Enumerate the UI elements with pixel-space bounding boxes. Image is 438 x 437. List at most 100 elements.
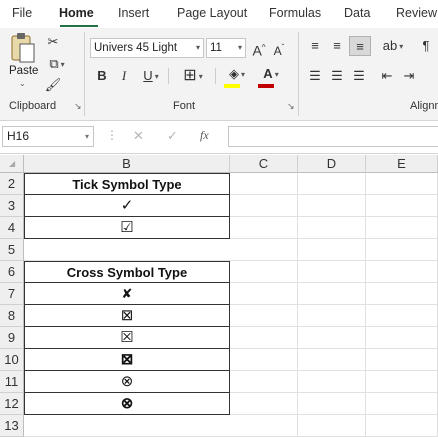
grid-cell[interactable]	[298, 305, 366, 327]
align-middle-icon[interactable]: ≡	[328, 36, 346, 56]
cancel-icon[interactable]: ✕	[133, 128, 144, 144]
align-top-icon[interactable]: ≡	[306, 36, 324, 56]
tab-home[interactable]: Home	[59, 6, 94, 20]
format-painter-icon[interactable]: 🖌	[44, 75, 62, 95]
grid-cell[interactable]	[366, 261, 438, 283]
row-header[interactable]: 2	[0, 173, 24, 195]
font-color-button[interactable]: A ▾	[256, 64, 286, 84]
cell-b13[interactable]	[24, 415, 230, 437]
grid-cell[interactable]	[230, 173, 298, 195]
tab-insert[interactable]: Insert	[118, 6, 149, 20]
grid-cell[interactable]	[366, 305, 438, 327]
grid-cell[interactable]	[298, 393, 366, 415]
cell-b4[interactable]: ☑	[24, 217, 230, 239]
row-header[interactable]: 11	[0, 371, 24, 393]
cell-b7[interactable]: ✘	[24, 283, 230, 305]
bold-button[interactable]: B	[94, 66, 110, 86]
italic-button[interactable]: I	[116, 66, 132, 86]
cell-b2[interactable]: Tick Symbol Type	[24, 173, 230, 195]
tab-data[interactable]: Data	[344, 6, 370, 20]
fill-color-button[interactable]: ◈ ▾	[222, 64, 252, 84]
align-center-icon[interactable]: ☰	[328, 66, 346, 86]
shrink-font-button[interactable]: Aˇ	[270, 38, 288, 58]
row-header[interactable]: 6	[0, 261, 24, 283]
grid-cell[interactable]	[230, 327, 298, 349]
grid-cell[interactable]	[366, 217, 438, 239]
column-header-d[interactable]: D	[298, 155, 366, 173]
borders-button[interactable]: ⊞ ▾	[176, 66, 210, 86]
grid-cell[interactable]	[366, 349, 438, 371]
column-header-b[interactable]: B	[24, 155, 230, 173]
grid-cell[interactable]	[298, 283, 366, 305]
row-header[interactable]: 5	[0, 239, 24, 261]
cell-b6[interactable]: Cross Symbol Type	[24, 261, 230, 283]
copy-icon[interactable]: ⧉ ▾	[44, 54, 70, 74]
font-name-combo[interactable]: Univers 45 Light ▾	[90, 38, 204, 58]
more-options-icon[interactable]: ⋮	[106, 128, 118, 142]
align-right-icon[interactable]: ☰	[350, 66, 368, 86]
paragraph-icon[interactable]: ¶	[414, 36, 438, 56]
row-header[interactable]: 4	[0, 217, 24, 239]
row-header[interactable]: 7	[0, 283, 24, 305]
increase-indent-icon[interactable]: ⇥	[400, 66, 418, 86]
grid-cell[interactable]	[230, 349, 298, 371]
grid-cell[interactable]	[366, 283, 438, 305]
row-header[interactable]: 3	[0, 195, 24, 217]
row-header[interactable]: 12	[0, 393, 24, 415]
grid-cell[interactable]	[298, 261, 366, 283]
grid-cell[interactable]	[230, 371, 298, 393]
grid-cell[interactable]	[230, 305, 298, 327]
insert-function-icon[interactable]: fx	[200, 128, 209, 143]
tab-review[interactable]: Review	[396, 6, 437, 20]
grid-cell[interactable]	[366, 239, 438, 261]
cell-b8[interactable]: ⊠	[24, 305, 230, 327]
grid-cell[interactable]	[298, 415, 366, 437]
grid-cell[interactable]	[298, 217, 366, 239]
cell-b9[interactable]: ☒	[24, 327, 230, 349]
decrease-indent-icon[interactable]: ⇤	[378, 66, 396, 86]
tab-page-layout[interactable]: Page Layout	[177, 6, 247, 20]
paste-icon[interactable]	[8, 32, 38, 66]
grid-cell[interactable]	[298, 173, 366, 195]
tab-formulas[interactable]: Formulas	[269, 6, 321, 20]
cut-icon[interactable]: ✂	[44, 32, 62, 52]
cell-b5[interactable]	[24, 239, 230, 261]
paste-button-label[interactable]: Paste	[9, 65, 38, 77]
row-header[interactable]: 8	[0, 305, 24, 327]
grid-cell[interactable]	[298, 371, 366, 393]
grid-cell[interactable]	[230, 393, 298, 415]
formula-input[interactable]	[228, 126, 438, 147]
grid-cell[interactable]	[366, 393, 438, 415]
grid-cell[interactable]	[230, 195, 298, 217]
grow-font-button[interactable]: A^	[250, 38, 268, 59]
grid-cell[interactable]	[298, 327, 366, 349]
name-box[interactable]: H16 ▾	[2, 126, 94, 147]
grid-cell[interactable]	[230, 415, 298, 437]
align-bottom-icon[interactable]: ≡	[349, 36, 371, 56]
grid-cell[interactable]	[298, 195, 366, 217]
select-all-corner[interactable]: ◢	[0, 155, 24, 173]
enter-icon[interactable]: ✓	[167, 128, 178, 144]
row-header[interactable]: 10	[0, 349, 24, 371]
column-header-e[interactable]: E	[366, 155, 438, 173]
orientation-icon[interactable]: ab ▾	[378, 36, 408, 56]
grid-cell[interactable]	[230, 217, 298, 239]
cell-b3[interactable]: ✓	[24, 195, 230, 217]
grid-cell[interactable]	[298, 239, 366, 261]
column-header-c[interactable]: C	[230, 155, 298, 173]
grid-cell[interactable]	[366, 327, 438, 349]
grid-cell[interactable]	[230, 283, 298, 305]
grid-cell[interactable]	[366, 195, 438, 217]
grid-cell[interactable]	[230, 239, 298, 261]
paste-dropdown-icon[interactable]: ⌄	[19, 79, 26, 88]
grid-cell[interactable]	[366, 415, 438, 437]
grid-cell[interactable]	[366, 173, 438, 195]
clipboard-launcher-icon[interactable]: ↘	[74, 101, 82, 112]
cell-b12[interactable]: ⊗	[24, 393, 230, 415]
align-left-icon[interactable]: ☰	[306, 66, 324, 86]
font-size-combo[interactable]: 11 ▾	[206, 38, 246, 58]
grid-cell[interactable]	[366, 371, 438, 393]
row-header[interactable]: 13	[0, 415, 24, 437]
grid-cell[interactable]	[230, 261, 298, 283]
font-launcher-icon[interactable]: ↘	[287, 101, 295, 112]
